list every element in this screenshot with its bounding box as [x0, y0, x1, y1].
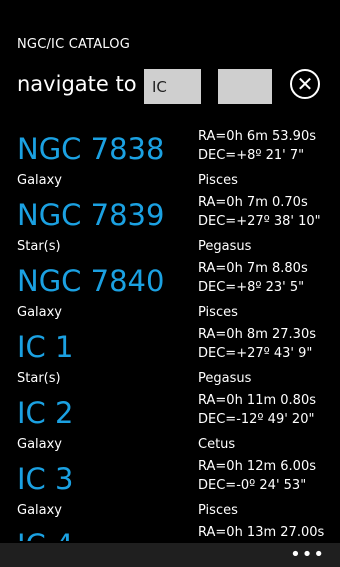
declination: DEC=+8º 21' 7" [198, 148, 305, 163]
catalog-number-input[interactable] [218, 69, 272, 104]
app-bar: ••• [0, 543, 340, 567]
catalog-list[interactable]: NGC 7838 Galaxy RA=0h 6m 53.90s DEC=+8º … [0, 128, 340, 541]
object-name: IC 4 [17, 528, 73, 541]
object-type: Galaxy [17, 305, 63, 320]
close-button[interactable]: ✕ [290, 69, 320, 99]
ellipsis-icon[interactable]: ••• [290, 544, 325, 565]
list-item[interactable]: IC 4 RA=0h 13m 27.00s [0, 524, 340, 541]
list-item[interactable]: NGC 7839 Star(s) RA=0h 7m 0.70s DEC=+27º… [0, 194, 340, 260]
app-title: NGC/IC CATALOG [17, 37, 130, 52]
list-item[interactable]: IC 1 Star(s) RA=0h 8m 27.30s DEC=+27º 43… [0, 326, 340, 392]
list-item[interactable]: NGC 7838 Galaxy RA=0h 6m 53.90s DEC=+8º … [0, 128, 340, 194]
catalog-prefix-input[interactable] [144, 69, 201, 104]
navigate-row: navigate to ✕ [17, 68, 327, 106]
object-type: Star(s) [17, 239, 61, 254]
declination: DEC=+27º 43' 9" [198, 346, 313, 361]
right-ascension: RA=0h 8m 27.30s [198, 327, 316, 342]
right-ascension: RA=0h 6m 53.90s [198, 129, 316, 144]
constellation: Pegasus [198, 371, 252, 386]
declination: DEC=+27º 38' 10" [198, 214, 321, 229]
object-name: IC 1 [17, 330, 74, 364]
navigate-label: navigate to [17, 72, 137, 96]
constellation: Pisces [198, 305, 238, 320]
object-name: IC 2 [17, 396, 74, 430]
object-name: NGC 7838 [17, 132, 165, 166]
constellation: Pisces [198, 503, 238, 518]
right-ascension: RA=0h 13m 27.00s [198, 525, 325, 540]
declination: DEC=+8º 23' 5" [198, 280, 305, 295]
constellation: Pegasus [198, 239, 252, 254]
declination: DEC=-12º 49' 20" [198, 412, 315, 427]
right-ascension: RA=0h 12m 6.00s [198, 459, 316, 474]
list-item[interactable]: NGC 7840 Galaxy RA=0h 7m 8.80s DEC=+8º 2… [0, 260, 340, 326]
list-item[interactable]: IC 3 Galaxy RA=0h 12m 6.00s DEC=-0º 24' … [0, 458, 340, 524]
right-ascension: RA=0h 7m 0.70s [198, 195, 308, 210]
object-type: Galaxy [17, 503, 63, 518]
object-name: IC 3 [17, 462, 74, 496]
object-type: Galaxy [17, 173, 63, 188]
object-type: Galaxy [17, 437, 63, 452]
object-type: Star(s) [17, 371, 61, 386]
constellation: Pisces [198, 173, 238, 188]
object-name: NGC 7839 [17, 198, 165, 232]
declination: DEC=-0º 24' 53" [198, 478, 307, 493]
list-item[interactable]: IC 2 Galaxy RA=0h 11m 0.80s DEC=-12º 49'… [0, 392, 340, 458]
constellation: Cetus [198, 437, 236, 452]
object-name: NGC 7840 [17, 264, 165, 298]
right-ascension: RA=0h 11m 0.80s [198, 393, 316, 408]
right-ascension: RA=0h 7m 8.80s [198, 261, 308, 276]
close-circle-icon: ✕ [296, 72, 314, 96]
